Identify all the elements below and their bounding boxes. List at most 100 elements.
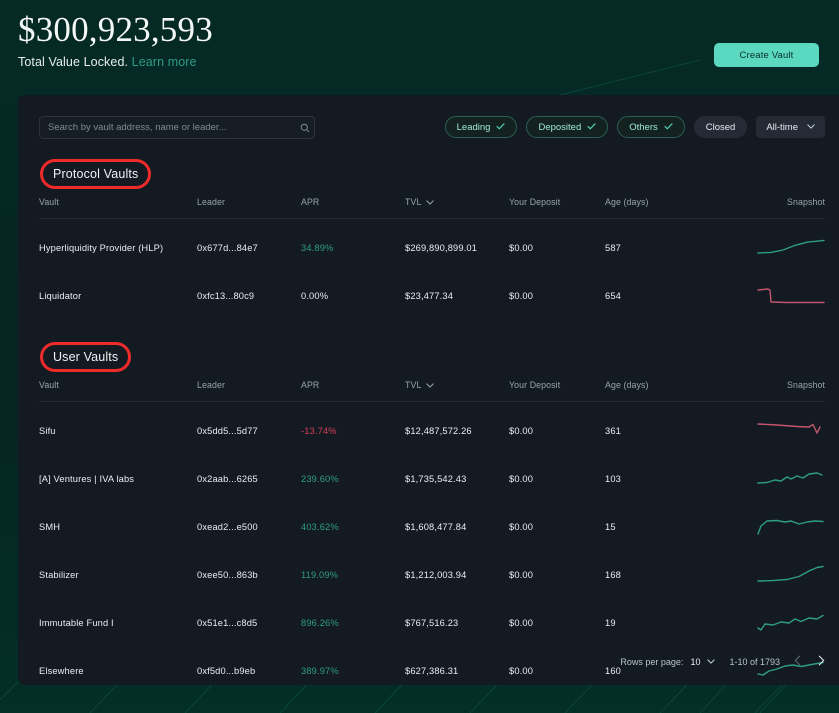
rows-per-page-control[interactable]: Rows per page: 10 [620, 657, 716, 667]
cell-snapshot [745, 219, 825, 273]
cell-tvl: $1,212,003.94 [405, 570, 467, 580]
col-leader[interactable]: Leader [197, 197, 301, 219]
rows-per-page-label: Rows per page: [620, 657, 684, 667]
search-input[interactable] [40, 122, 296, 133]
page-header: $300,923,593 Total Value Locked. Learn m… [18, 10, 821, 86]
cell-apr: 34.89% [301, 243, 334, 253]
chevron-down-icon [807, 123, 815, 131]
time-range-select[interactable]: All-time [756, 116, 825, 138]
table-row[interactable]: [A] Ventures | IVA labs 0x2aab...6265 23… [39, 455, 825, 503]
user-vaults-table: Vault Leader APR TVL Your Deposit Age (d… [39, 380, 825, 685]
col-your-deposit[interactable]: Your Deposit [509, 380, 605, 402]
cell-deposit: $0.00 [509, 291, 534, 301]
cell-deposit: $0.00 [509, 570, 534, 580]
col-tvl[interactable]: TVL [405, 380, 509, 402]
sparkline-chart [757, 519, 824, 535]
chevron-down-icon[interactable] [707, 658, 716, 666]
cell-vault-text: [A] Ventures | IVA labs [39, 474, 135, 484]
user-vaults-body: Sifu 0x5dd5...5d77 -13.74% $12,487,572.2… [39, 402, 825, 686]
user-section-title: User Vaults [53, 350, 119, 364]
chevron-right-icon[interactable] [818, 655, 825, 669]
table-row[interactable]: Immutable Fund I 0x51e1...c8d5 896.26% $… [39, 599, 825, 647]
cell-apr: 0.00% [301, 291, 329, 301]
cell-vault: SMH [39, 522, 61, 532]
table-row[interactable]: SMH 0xead2...e500 403.62% $1,608,477.84 … [39, 503, 825, 551]
cell-deposit: $0.00 [509, 666, 534, 676]
table-header-row: Vault Leader APR TVL Your Deposit Age (d… [39, 197, 825, 219]
col-vault[interactable]: Vault [39, 197, 197, 219]
cell-snapshot [745, 551, 825, 599]
cell-age: 168 [605, 570, 621, 580]
cell-age: 587 [605, 243, 621, 253]
cell-leader: 0xead2...e500 [197, 522, 258, 532]
filter-pill-others-label: Others [629, 121, 658, 133]
col-age[interactable]: Age (days) [605, 380, 745, 402]
cell-apr: 119.09% [301, 570, 339, 580]
cell-deposit: $0.00 [509, 426, 534, 436]
col-tvl[interactable]: TVL [405, 197, 509, 219]
col-apr[interactable]: APR [301, 197, 405, 219]
cell-leader: 0x2aab...6265 [197, 474, 258, 484]
filter-pill-others[interactable]: Others [617, 116, 685, 138]
cell-apr: 896.26% [301, 618, 339, 628]
chevron-left-icon[interactable] [794, 655, 801, 669]
filter-pill-leading-label: Leading [456, 121, 491, 133]
cell-apr: 403.62% [301, 522, 339, 532]
create-vault-button[interactable]: Create Vault [714, 43, 819, 67]
table-row[interactable]: Sifu 0x5dd5...5d77 -13.74% $12,487,572.2… [39, 402, 825, 456]
filter-pill-deposited-label: Deposited [538, 121, 582, 133]
cell-age: 361 [605, 426, 621, 436]
cell-leader: 0x677d...84e7 [197, 243, 258, 253]
col-tvl-label: TVL [405, 380, 422, 390]
cell-leader: 0xee50...863b [197, 570, 258, 580]
col-your-deposit[interactable]: Your Deposit [509, 197, 605, 219]
protocol-vaults-table: Vault Leader APR TVL Your Deposit Age (d… [39, 197, 825, 320]
tvl-label: Total Value Locked. [18, 55, 129, 69]
cell-snapshot [745, 272, 825, 320]
cell-leader: 0xf5d0...b9eb [197, 666, 256, 676]
chevron-down-icon [426, 380, 435, 390]
cell-snapshot [745, 503, 825, 551]
cell-tvl: $767,516.23 [405, 618, 459, 628]
cell-tvl: $269,890,899.01 [405, 243, 478, 253]
col-snapshot: Snapshot [787, 197, 825, 207]
table-row[interactable]: Liquidator 0xfc13...80c9 0.00% $23,477.3… [39, 272, 825, 320]
cell-age: 19 [605, 618, 616, 628]
search-icon [296, 123, 314, 133]
cell-vault: Stabilizer [39, 570, 79, 580]
search-box[interactable] [39, 116, 315, 139]
col-age[interactable]: Age (days) [605, 197, 745, 219]
chevron-down-icon [426, 197, 435, 207]
filter-pill-closed[interactable]: Closed [693, 116, 748, 138]
toolbar: Leading Deposited Others [18, 95, 839, 155]
cell-tvl: $1,608,477.84 [405, 522, 467, 532]
cell-leader: 0x5dd5...5d77 [197, 426, 258, 436]
check-icon [664, 122, 673, 132]
col-vault[interactable]: Vault [39, 380, 197, 402]
user-title-row: User Vaults [40, 342, 825, 372]
sparkline-chart [757, 239, 825, 254]
filter-group: Leading Deposited Others Closed All-time [444, 116, 825, 138]
cell-apr: -13.74% [301, 426, 337, 436]
check-icon [496, 122, 506, 132]
cell-vault: Immutable Fund I [39, 618, 114, 628]
cell-deposit: $0.00 [509, 522, 534, 532]
cell-snapshot [745, 599, 825, 647]
table-row[interactable]: Stabilizer 0xee50...863b 119.09% $1,212,… [39, 551, 825, 599]
cell-leader: 0xfc13...80c9 [197, 291, 255, 301]
pagination-footer: Rows per page: 10 1-10 of 1793 [620, 655, 825, 669]
table-row[interactable]: Hyperliquidity Provider (HLP) 0x677d...8… [39, 219, 825, 273]
col-leader[interactable]: Leader [197, 380, 301, 402]
tvl-amount: $300,923,593 [18, 10, 213, 49]
cell-tvl: $23,477.34 [405, 291, 454, 301]
user-vaults-section: User Vaults Vault Leader APR TVL Your De… [18, 342, 839, 685]
filter-pill-deposited[interactable]: Deposited [526, 116, 609, 138]
cell-age: 654 [605, 291, 621, 301]
cell-tvl: $1,735,542.43 [405, 474, 467, 484]
learn-more-link[interactable]: Learn more [132, 55, 197, 69]
filter-pill-leading[interactable]: Leading [444, 116, 518, 138]
col-apr[interactable]: APR [301, 380, 405, 402]
cell-vault: Sifu [39, 426, 56, 436]
cell-vault: Elsewhere [39, 666, 84, 676]
sparkline-chart [757, 565, 824, 582]
